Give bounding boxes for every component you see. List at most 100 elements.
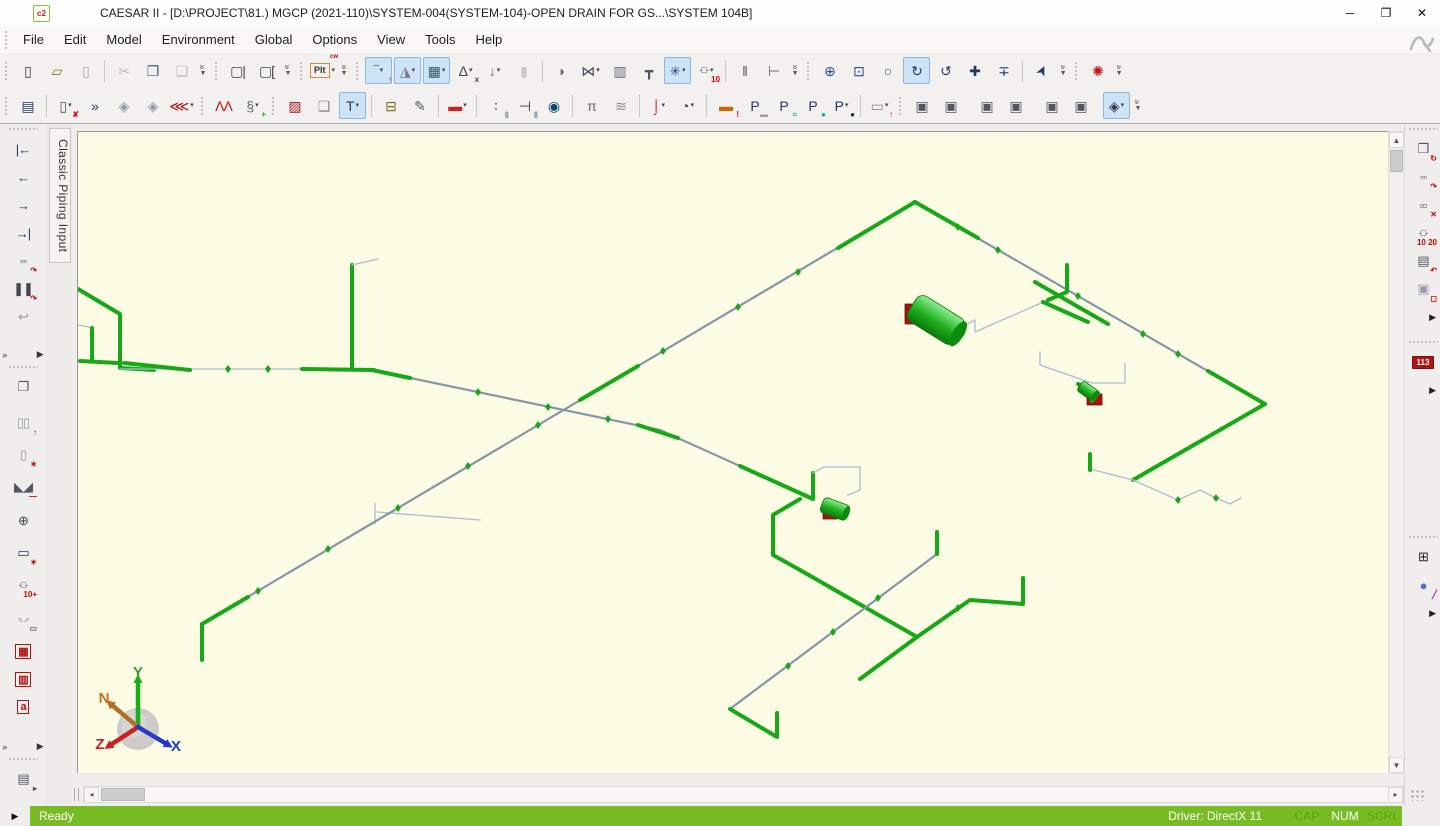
force-button[interactable]: ↓▾ [481,57,508,84]
select-group-button[interactable]: ▣◻ [1410,276,1436,302]
scroll-up-icon[interactable]: ▲ [1389,132,1404,148]
thin-pipe-run[interactable] [352,259,378,265]
thin-pipe-run[interactable] [1090,469,1133,480]
view-bottom-button[interactable]: ▣ [1002,92,1029,119]
next-element-button[interactable]: → [10,192,36,218]
view-southwest-iso-dropdown-icon[interactable]: ▾ [1121,102,1125,109]
expansion-joint-button[interactable]: ▥ [606,57,633,84]
four-view-button[interactable]: ⊞ [1410,544,1436,570]
bare-pipe-run[interactable] [372,370,813,499]
toolbar-grip[interactable] [1408,340,1438,345]
viewport-button[interactable]: ▭✶ [10,540,36,566]
toolbar-grip[interactable] [4,61,9,81]
flange-button[interactable]: ▮ [510,57,537,84]
displacements-view-button[interactable]: ≋ [607,92,634,119]
pipe-pipe-run[interactable] [915,202,978,238]
delete-block-button[interactable]: ▯✶ [10,442,36,468]
pipe-pipe-run[interactable] [302,369,374,370]
expand-row[interactable]: »▶ [0,347,45,362]
restraint-button[interactable]: ◮▾ [394,57,421,84]
display-options-button[interactable]: ▦▾ [423,57,450,84]
zoom-window-button[interactable]: ⊡ [845,57,872,84]
pipe-pipe-run[interactable] [202,597,248,624]
vertical-scrollbar[interactable]: ▲ ▼ [1388,131,1405,774]
toolbar-grip[interactable] [214,61,219,81]
toolbar-grip[interactable] [8,757,38,762]
thin-pipe-run[interactable] [813,467,860,495]
restraints-view-button[interactable]: π [578,92,605,119]
block-copy-button[interactable]: ▫▫▫↷ [1410,164,1436,190]
pressures-dropdown-icon[interactable]: ▾ [690,102,694,109]
zoom-button[interactable]: ○ [874,57,901,84]
duplicate-element-button[interactable]: ❚❚↷ [10,276,36,302]
bare-pipe-run[interactable] [202,202,915,624]
toolbar-grip[interactable] [355,61,360,81]
zoom-extents-button[interactable]: ⊕ [816,57,843,84]
insulation-thickness-button[interactable]: ▬! [712,92,739,119]
toolbar-grip[interactable] [299,61,304,81]
first-element-button[interactable]: |← [10,136,36,162]
restraint-dropdown-icon[interactable]: ▾ [412,67,416,74]
cut-button[interactable]: ✂ [110,57,137,84]
pan-button[interactable]: ✚ [961,57,988,84]
toolbar-grip[interactable] [4,96,9,116]
menu-item-edit[interactable]: Edit [54,28,96,51]
input-list-button[interactable]: ▤ [14,92,41,119]
annotations-button[interactable]: ✎ [406,92,433,119]
toolbar-options-chevron[interactable]: »▼ [1112,58,1126,83]
error-check-dropdown-icon[interactable]: ▾ [68,102,72,109]
valve-flange-button[interactable]: ⊢ [760,57,787,84]
pipe-pipe-run[interactable] [1208,371,1265,404]
model-viewport[interactable]: YNZX [78,132,1389,773]
toolbar-options-chevron[interactable]: »▼ [788,58,802,83]
model-canvas[interactable]: YNZX [77,131,1389,773]
translucent-objects-button[interactable]: ❏ [310,92,337,119]
rotate-button[interactable]: ↺ [932,57,959,84]
toolbar-options-chevron[interactable]: »▼ [196,58,210,83]
scroll-down-icon[interactable]: ▼ [1389,757,1404,773]
node-increment-10-button[interactable]: -□-10+ [10,572,36,598]
menu-item-options[interactable]: Options [302,28,367,51]
expand-row[interactable]: »▶ [0,739,45,754]
close-button[interactable]: ✕ [1404,0,1440,26]
bend-button[interactable]: ◗ [548,57,575,84]
plot-tools-button[interactable]: Pltcw▾ [309,57,336,84]
minimize-button[interactable]: ─ [1332,0,1368,26]
rotate-block-button[interactable]: ▤↶ [1410,248,1436,274]
pipe-pipe-run[interactable] [78,289,154,370]
toolbar-options-chevron[interactable]: »▼ [1131,93,1145,118]
force-dropdown-icon[interactable]: ▾ [497,67,501,74]
zoom-in-out-button[interactable]: ∓ [990,57,1017,84]
batch-run-button[interactable]: » [81,92,108,119]
pipe-pipe-run[interactable] [1133,404,1265,480]
toolbar-options-chevron[interactable]: »▼ [281,58,295,83]
valve-button[interactable]: ⋈▾ [577,57,604,84]
block-operations-button[interactable]: ▯▯↑ [10,410,36,436]
insulation-button[interactable]: ▬▾ [444,92,471,119]
distance-measure-button[interactable]: ▫‥▫▭ [10,606,36,632]
scroll-right-icon[interactable]: ▸ [1388,787,1403,803]
fluid-density-button[interactable]: P≈ [770,92,797,119]
load-cases-dropdown-icon[interactable]: ▾ [190,102,194,109]
plot-tools-dropdown-icon[interactable]: ▾ [332,67,336,74]
display-options-dropdown-icon[interactable]: ▾ [442,67,446,74]
delete-element-button[interactable]: ▫▫✕ [1410,192,1436,218]
thin-pipe-run[interactable] [958,300,1048,332]
pipe-density-button[interactable]: P▬ [741,92,768,119]
view-top-button[interactable]: ▣ [973,92,1000,119]
toolbar-options-chevron[interactable]: »▼ [337,58,351,83]
pressures-button[interactable]: ◔▾ [674,92,701,119]
status-corner-arrow[interactable]: ▶ [0,806,30,826]
splitter-handle[interactable] [74,788,79,801]
pipe-pipe-run[interactable] [838,202,915,248]
pipe-pipe-run[interactable] [638,425,678,438]
title-page-button[interactable]: a [10,694,36,720]
menu-item-global[interactable]: Global [245,28,303,51]
error-check-button[interactable]: ▯✘▾ [52,92,79,119]
global-coordinates-button[interactable]: ⊕ [10,508,36,534]
toolbar-grip[interactable] [1408,535,1438,540]
pipe-pipe-run[interactable] [1048,265,1067,300]
spring-hanger-design-dropdown-icon[interactable]: ▾ [255,102,259,109]
new-file-button[interactable]: ▯ [14,57,41,84]
plumb-bob-b-button[interactable]: ◈ [139,92,166,119]
